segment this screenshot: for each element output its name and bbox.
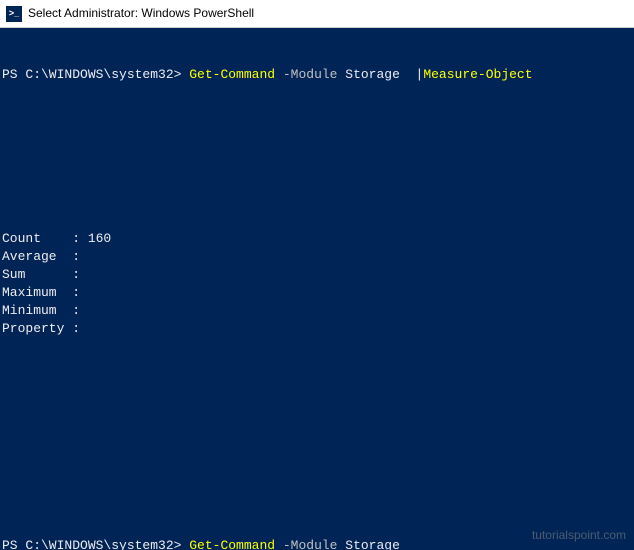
measure-row: Count : 160 (2, 230, 632, 248)
cmd1-name: Get-Command (189, 67, 275, 82)
blank-line: ​ (2, 374, 632, 392)
terminal-pane[interactable]: PS C:\WINDOWS\system32> Get-Command -Mod… (0, 28, 634, 550)
cmd1-pipe: | (408, 67, 424, 82)
prompt-2: PS C:\WINDOWS\system32> (2, 538, 189, 550)
blank-line: ​ (2, 175, 632, 193)
blank-line: ​ (2, 428, 632, 446)
cmd2-name: Get-Command (189, 538, 275, 550)
window-title: Select Administrator: Windows PowerShell (28, 5, 254, 22)
prompt-1: PS C:\WINDOWS\system32> (2, 67, 189, 82)
command-line-1: PS C:\WINDOWS\system32> Get-Command -Mod… (2, 66, 632, 84)
measure-output: Count : 160Average : Sum : Maximum : Min… (2, 230, 632, 338)
window-titlebar[interactable]: >_ Select Administrator: Windows PowerSh… (0, 0, 634, 28)
watermark-text: tutorialspoint.com (532, 527, 626, 544)
measure-row: Average : (2, 248, 632, 266)
cmd1-cmd2: Measure-Object (423, 67, 532, 82)
measure-row: Maximum : (2, 284, 632, 302)
cmd1-val: Storage (345, 67, 407, 82)
cmd2-flag: -Module (275, 538, 345, 550)
cmd1-flag: -Module (275, 67, 345, 82)
cmd2-val: Storage (345, 538, 400, 550)
powershell-icon: >_ (6, 6, 22, 22)
measure-row: Property : (2, 320, 632, 338)
measure-row: Sum : (2, 266, 632, 284)
blank-line: ​ (2, 121, 632, 139)
measure-row: Minimum : (2, 302, 632, 320)
blank-line: ​ (2, 483, 632, 501)
